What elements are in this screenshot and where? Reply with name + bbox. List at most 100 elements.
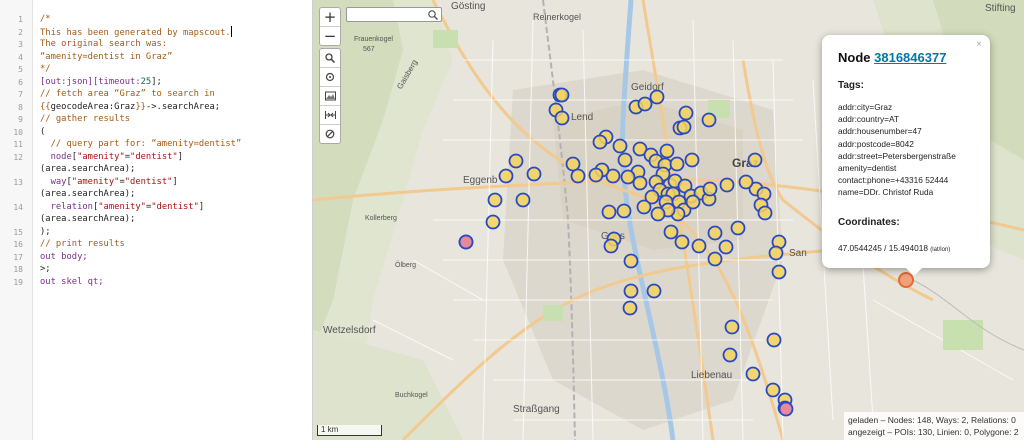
code-line: 17 out body; bbox=[0, 251, 312, 264]
dentist-marker[interactable] bbox=[601, 204, 617, 220]
dentist-marker[interactable] bbox=[676, 119, 692, 135]
code-token: ] bbox=[198, 201, 205, 212]
dentist-marker[interactable] bbox=[632, 175, 648, 191]
dentist-marker[interactable] bbox=[718, 239, 734, 255]
code-text: The original search was: bbox=[40, 38, 167, 51]
dentist-marker[interactable] bbox=[485, 214, 501, 230]
dentist-marker[interactable] bbox=[612, 138, 628, 154]
code-text: // print results bbox=[40, 238, 125, 251]
dentist-marker[interactable] bbox=[623, 253, 639, 269]
dentist-marker[interactable] bbox=[765, 382, 781, 398]
code-line: 8 {{geocodeArea:Graz}}->.searchArea; bbox=[0, 101, 312, 114]
dentist-marker[interactable] bbox=[603, 238, 619, 254]
dentist-marker[interactable] bbox=[592, 134, 608, 150]
code-token: ]; bbox=[151, 76, 162, 87]
dentist-marker[interactable] bbox=[730, 220, 746, 236]
dentist-marker[interactable] bbox=[702, 181, 718, 197]
line-number: 14 bbox=[13, 202, 23, 212]
dentist-marker[interactable] bbox=[766, 332, 782, 348]
search-icon[interactable] bbox=[427, 9, 439, 21]
dentist-marker[interactable] bbox=[650, 206, 666, 222]
code-line: 11 // query part for: “amenity=dentist” bbox=[0, 138, 312, 151]
code-line: 5 */ bbox=[0, 63, 312, 76]
dentist-marker[interactable] bbox=[622, 300, 638, 316]
dentist-marker[interactable] bbox=[678, 105, 694, 121]
dentist-marker[interactable] bbox=[565, 156, 581, 172]
code-text: {{geocodeArea:Graz}}->.searchArea; bbox=[40, 101, 220, 114]
dentist-marker[interactable] bbox=[637, 96, 653, 112]
line-number: 11 bbox=[13, 140, 23, 149]
line-number: 10 bbox=[13, 127, 23, 137]
search-input[interactable] bbox=[349, 8, 427, 21]
line-number: 5 bbox=[18, 65, 23, 74]
dentist-marker[interactable] bbox=[487, 192, 503, 208]
dentist-marker[interactable] bbox=[554, 87, 570, 103]
dentist-marker[interactable] bbox=[669, 156, 685, 172]
zoom-out-button[interactable]: − bbox=[320, 27, 340, 45]
dentist-marker[interactable] bbox=[588, 167, 604, 183]
dentist-marker[interactable] bbox=[620, 169, 636, 185]
node-id-link[interactable]: 3816846377 bbox=[874, 50, 946, 65]
dentist-marker[interactable] bbox=[508, 153, 524, 169]
dentist-marker[interactable] bbox=[526, 166, 542, 182]
dentist-marker[interactable] bbox=[616, 203, 632, 219]
dentist-marker[interactable] bbox=[649, 89, 665, 105]
dentist-marker[interactable] bbox=[691, 238, 707, 254]
dentist-marker[interactable] bbox=[771, 264, 787, 280]
code-editor[interactable]: 1/* 2 This has been generated by mapscout.… bbox=[0, 0, 313, 440]
dentist-marker[interactable] bbox=[738, 174, 754, 190]
dentist-marker[interactable] bbox=[707, 251, 723, 267]
toggle-data-button[interactable] bbox=[320, 125, 340, 143]
fullscreen-button[interactable] bbox=[320, 106, 340, 125]
locate-button[interactable] bbox=[320, 68, 340, 87]
popup-title: Node 3816846377 bbox=[838, 50, 946, 65]
dentist-marker[interactable] bbox=[684, 152, 700, 168]
dentist-marker[interactable] bbox=[663, 224, 679, 240]
fit-data-button[interactable] bbox=[320, 87, 340, 106]
code-line: 4 “amenity=dentist in Graz” bbox=[0, 51, 312, 64]
dentist-marker[interactable] bbox=[570, 168, 586, 184]
tag-entry: addr:postcode=8042 bbox=[838, 138, 914, 149]
code-line: 3 The original search was: bbox=[0, 38, 312, 51]
code-token: ->.searchArea; bbox=[145, 101, 221, 112]
dentist-polygon-marker[interactable] bbox=[458, 234, 474, 250]
dentist-marker[interactable] bbox=[719, 177, 735, 193]
dentist-marker[interactable] bbox=[685, 194, 701, 210]
tag-entry: addr:housenumber=47 bbox=[838, 126, 922, 137]
close-icon[interactable]: × bbox=[976, 39, 982, 50]
dentist-marker[interactable] bbox=[768, 245, 784, 261]
dentist-polygon-marker[interactable] bbox=[778, 401, 794, 417]
line-number: 19 bbox=[13, 277, 23, 287]
dentist-marker[interactable] bbox=[745, 366, 761, 382]
search-map-button[interactable] bbox=[320, 49, 340, 68]
dentist-marker[interactable] bbox=[674, 234, 690, 250]
dentist-marker[interactable] bbox=[623, 283, 639, 299]
code-token: >; bbox=[40, 264, 51, 274]
code-token: [out:json][timeout: bbox=[40, 76, 141, 87]
code-text: /* bbox=[40, 13, 51, 26]
dentist-marker[interactable] bbox=[554, 110, 570, 126]
target-icon bbox=[325, 72, 335, 82]
code-line: 13 way["amenity"="dentist"] bbox=[0, 176, 312, 189]
dentist-marker[interactable] bbox=[617, 152, 633, 168]
dentist-marker[interactable] bbox=[659, 143, 675, 159]
dentist-marker[interactable] bbox=[724, 319, 740, 335]
dentist-marker[interactable] bbox=[757, 205, 773, 221]
zoom-control: + − bbox=[319, 7, 341, 46]
code-token: This has been generated by mapscout bbox=[40, 27, 226, 38]
image-icon bbox=[324, 91, 336, 101]
map-view[interactable]: Gösting Frauenkogel 567 Gaisberg Reinerk… bbox=[313, 0, 1024, 440]
code-text: */ bbox=[40, 63, 51, 76]
line-number: 7 bbox=[18, 90, 23, 99]
dentist-marker[interactable] bbox=[722, 347, 738, 363]
dentist-marker[interactable] bbox=[646, 283, 662, 299]
dentist-marker[interactable] bbox=[636, 199, 652, 215]
dentist-marker[interactable] bbox=[707, 225, 723, 241]
dentist-marker[interactable] bbox=[701, 112, 717, 128]
zoom-in-button[interactable]: + bbox=[320, 8, 340, 27]
dentist-marker[interactable] bbox=[515, 192, 531, 208]
dentist-marker[interactable] bbox=[747, 152, 763, 168]
code-token: */ bbox=[40, 64, 51, 74]
dentist-marker[interactable] bbox=[498, 168, 514, 184]
code-line: 10 ( bbox=[0, 126, 312, 139]
